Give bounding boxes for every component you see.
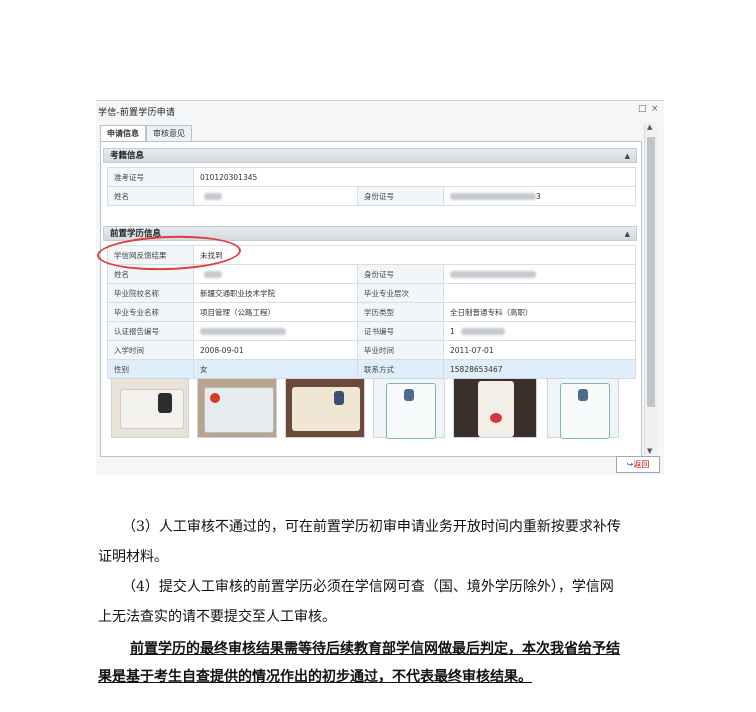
id-number-value: 3 [443, 186, 636, 206]
close-icon[interactable]: × [651, 104, 659, 114]
scroll-down-icon[interactable]: ▼ [647, 447, 652, 455]
note-line-2: 果是基于考生自查提供的情况作出的初步通过，不代表最终审核结果。 [98, 669, 532, 685]
graduation-date-value: 2011-07-01 [442, 340, 637, 360]
field-label: 认证报告编号 [107, 321, 194, 341]
tab-application-info[interactable]: 申请信息 [100, 125, 146, 142]
field-label: 身份证号 [357, 186, 444, 206]
admission-number-value: 010120301345 [193, 167, 636, 187]
id-card-front-photo[interactable] [111, 378, 189, 438]
maximize-icon[interactable]: □ [638, 104, 647, 114]
table-row: 入学时间 2008-09-01 毕业时间 2011-07-01 [107, 340, 637, 360]
redacted-cert [460, 328, 505, 335]
cert-prefix: 1 [450, 326, 455, 336]
field-label: 姓名 [107, 186, 194, 206]
id-card-back-photo[interactable] [197, 378, 277, 438]
paragraph-3-line-2: 证明材料。 [98, 549, 168, 565]
section-exam-title: 考籍信息 [110, 151, 145, 161]
scroll-thumb[interactable] [647, 137, 655, 407]
field-label: 证书编号 [357, 321, 444, 341]
collapse-icon[interactable]: ▲ [625, 149, 630, 164]
name-value [193, 186, 358, 206]
id-suffix: 3 [536, 191, 541, 201]
tab-review-opinion[interactable]: 审核意见 [146, 125, 192, 141]
collapse-icon[interactable]: ▲ [625, 227, 630, 242]
note-line-1: 前置学历的最终审核结果需等待后续教育部学信网做最后判定，本次我省给予结 [130, 641, 620, 657]
attachment-thumbnails [103, 374, 637, 454]
certificate-number-value: 1 [442, 321, 637, 341]
section-exam-heading[interactable]: 考籍信息 ▲ [103, 148, 637, 163]
window-title: 学信-前置学历申请 [98, 108, 176, 118]
back-label: 返回 [633, 460, 650, 469]
name-value [193, 264, 358, 284]
major-value: 项目管理（公路工程） [193, 302, 358, 322]
table-row: 毕业专业名称 项目管理（公路工程） 学历类型 全日制普通专科（高职） [107, 302, 637, 322]
paragraph-4-line-1: （4）提交人工审核的前置学历必须在学信网可查（国、境外学历除外），学信网 [122, 579, 614, 595]
redacted-name [204, 193, 222, 200]
diploma-photo[interactable] [285, 378, 365, 438]
vertical-scrollbar[interactable]: ▲ ▼ [644, 123, 657, 455]
scroll-up-icon[interactable]: ▲ [647, 123, 652, 131]
graduation-record-photo[interactable] [453, 378, 537, 438]
paragraph-4-line-2: 上无法查实的请不要提交至人工审核。 [98, 609, 336, 625]
school-value: 新疆交通职业技术学院 [193, 283, 358, 303]
field-label: 学历类型 [357, 302, 444, 322]
exam-info-table: 准考证号 010120301345 姓名 身份证号 3 [107, 167, 636, 206]
form-panel: 考籍信息 ▲ 准考证号 010120301345 姓名 身份证号 3 前置学历信… [100, 141, 642, 457]
field-label: 毕业时间 [357, 340, 444, 360]
field-label: 入学时间 [107, 340, 194, 360]
field-label: 毕业院校名称 [107, 283, 194, 303]
redacted-name [204, 271, 222, 278]
field-label: 毕业专业层次 [357, 283, 444, 303]
certificate-scan-photo[interactable] [373, 378, 445, 439]
id-number-value [442, 264, 637, 284]
report-number-value [193, 321, 358, 341]
table-row: 准考证号 010120301345 [107, 167, 636, 187]
redacted-id [450, 271, 536, 278]
paragraph-3-line-1: （3）人工审核不通过的，可在前置学历初审申请业务开放时间内重新按要求补传 [122, 519, 621, 535]
field-label: 身份证号 [357, 264, 444, 284]
field-label: 毕业专业名称 [107, 302, 194, 322]
back-button[interactable]: ↪返回 [616, 456, 660, 473]
redacted-report [200, 328, 286, 335]
degree-level-value [442, 283, 637, 303]
redacted-id [450, 193, 536, 200]
table-row: 姓名 身份证号 3 [107, 186, 636, 206]
education-verification-photo[interactable] [547, 378, 619, 439]
field-label: 准考证号 [107, 167, 194, 187]
table-row: 认证报告编号 证书编号 1 [107, 321, 637, 341]
application-window: 学信-前置学历申请 □ × 申请信息 审核意见 考籍信息 ▲ 准考证号 0101… [96, 100, 664, 475]
enrollment-date-value: 2008-09-01 [193, 340, 358, 360]
table-row: 毕业院校名称 新疆交通职业技术学院 毕业专业层次 [107, 283, 637, 303]
education-type-value: 全日制普通专科（高职） [442, 302, 637, 322]
chsi-result-value: 未找到 [192, 245, 637, 265]
